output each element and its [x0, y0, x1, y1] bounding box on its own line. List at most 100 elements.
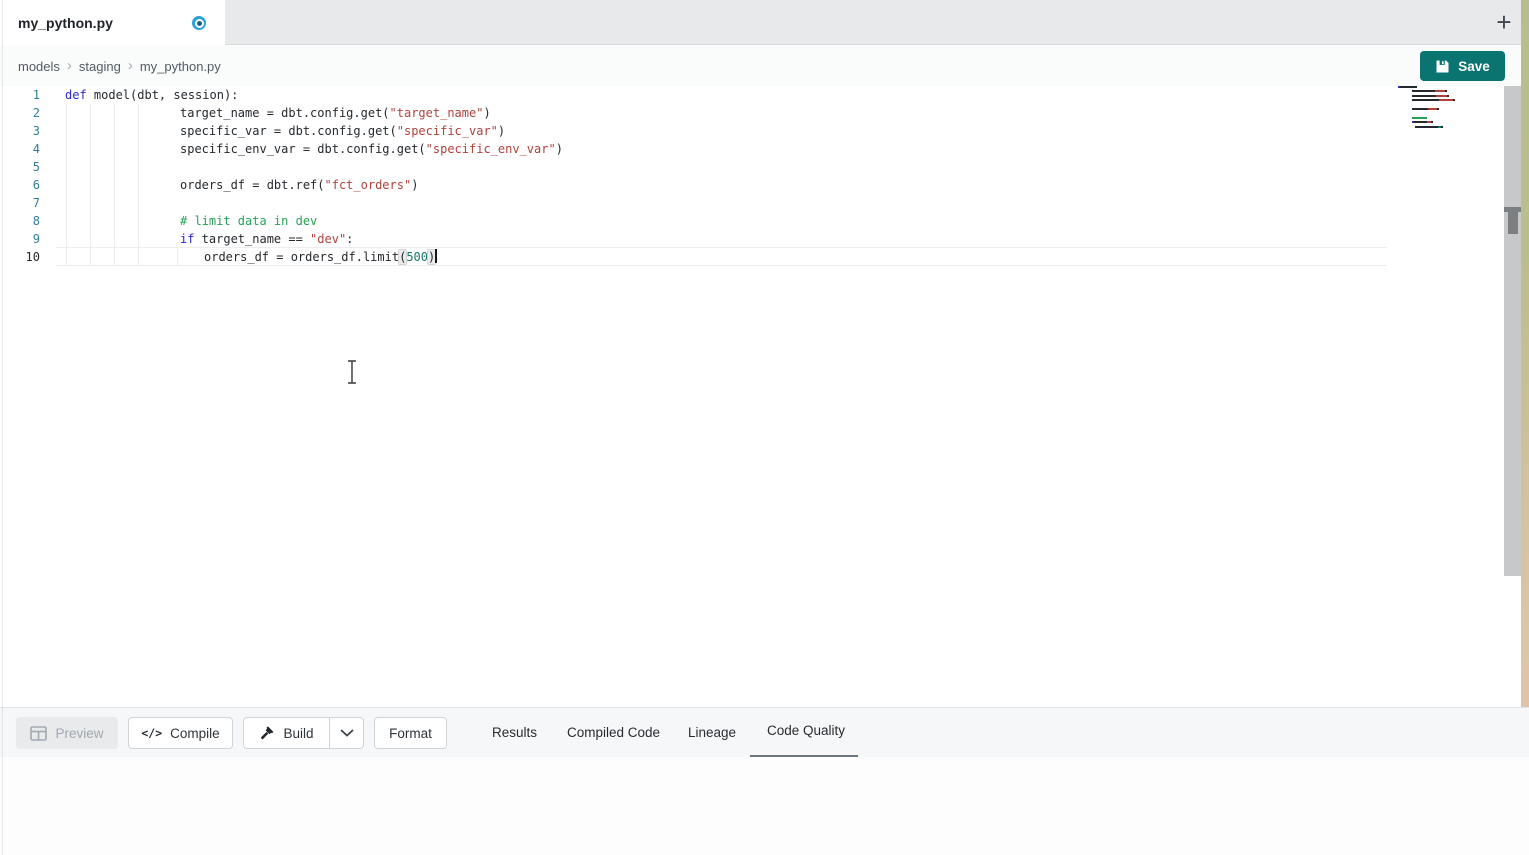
- build-options-button[interactable]: [329, 717, 364, 749]
- vertical-scrollbar[interactable]: [1504, 86, 1521, 576]
- tab-lineage[interactable]: Lineage: [688, 722, 736, 744]
- minimap-token: [1447, 95, 1449, 97]
- editor-caret: [435, 249, 437, 263]
- minimap-token: [1445, 90, 1447, 92]
- code-line-3[interactable]: 3 specific_var = dbt.config.get("specific…: [0, 122, 1529, 140]
- minimap-token: [1439, 99, 1453, 101]
- minimap-line: [1398, 104, 1488, 106]
- compile-button[interactable]: </> Compile: [128, 717, 233, 749]
- tab-code-quality[interactable]: Code Quality: [767, 720, 845, 742]
- code-line-8[interactable]: 8# limit data in dev: [0, 212, 1529, 230]
- line-content: target_name = dbt.config.get("target_nam…: [65, 104, 491, 122]
- code-line-2[interactable]: 2 target_name = dbt.config.get("target_na…: [0, 104, 1529, 122]
- token-kw: if: [180, 232, 194, 246]
- token-kw: def: [65, 88, 87, 102]
- tab-my-python-py[interactable]: my_python.py: [0, 0, 225, 46]
- save-button[interactable]: Save: [1420, 51, 1505, 81]
- token-pl: ): [556, 142, 563, 156]
- code-lines: 1 def model(dbt, session): 2 target_name = …: [0, 86, 1529, 266]
- minimap-token: [1431, 121, 1433, 123]
- code-line-5[interactable]: 5: [0, 158, 1529, 176]
- build-button-label: Build: [283, 726, 313, 741]
- minimap-token: [1412, 95, 1436, 97]
- save-button-label: Save: [1458, 59, 1490, 74]
- minimap-line: [1398, 112, 1488, 114]
- unsaved-dot-core: [197, 21, 202, 26]
- minimap-token: [1435, 90, 1445, 92]
- minimap-token: [1414, 121, 1427, 123]
- window-left-border: [2, 0, 3, 855]
- tab-results[interactable]: Results: [492, 722, 537, 744]
- breadcrumb-staging[interactable]: staging: [79, 59, 121, 74]
- line-number: 7: [0, 194, 40, 212]
- minimap-line: [1412, 108, 1488, 110]
- minimap-token: [1412, 108, 1428, 110]
- line-number: 4: [0, 140, 40, 158]
- token-str: "specific_env_var": [426, 142, 556, 156]
- token-pl: ): [411, 178, 418, 192]
- code-line-4[interactable]: 4 specific_env_var = dbt.config.get("spec…: [0, 140, 1529, 158]
- token-pl: ): [483, 106, 490, 120]
- bottom-toolbar: Preview </> Compile Build Format Resu: [0, 707, 1529, 757]
- line-number: 2: [0, 104, 40, 122]
- line-content: orders_df = orders_df.limit(500): [65, 248, 437, 266]
- code-line-7[interactable]: 7: [0, 194, 1529, 212]
- token-str: "fct_orders": [325, 178, 412, 192]
- minimap-token: [1453, 99, 1455, 101]
- build-split-button: Build: [243, 717, 365, 749]
- code-line-10[interactable]: 10orders_df = orders_df.limit(500): [0, 248, 1529, 266]
- new-tab-button[interactable]: +: [1489, 5, 1519, 39]
- token-pl: :: [346, 232, 353, 246]
- line-number: 3: [0, 122, 40, 140]
- minimap-line: [1412, 90, 1488, 92]
- token-pl: specific_env_var = dbt.config.get(: [180, 142, 426, 156]
- line-content: orders_df = dbt.ref("fct_orders"): [65, 176, 418, 194]
- scrollbar-thumb[interactable]: [1508, 212, 1518, 234]
- minimap-token: [1441, 126, 1443, 128]
- code-icon: </>: [141, 726, 162, 740]
- line-number: 1: [0, 86, 40, 104]
- chevron-right-icon: ›: [67, 57, 72, 74]
- tab-label: my_python.py: [18, 15, 113, 31]
- minimap-token: [1412, 117, 1427, 119]
- format-button[interactable]: Format: [374, 717, 447, 749]
- token-pl: model(dbt, session):: [87, 88, 239, 102]
- code-editor[interactable]: 1 def model(dbt, session): 2 target_name = …: [0, 86, 1529, 706]
- chevron-down-icon: [340, 729, 354, 737]
- tab-compiled-code[interactable]: Compiled Code: [567, 722, 660, 744]
- minimap[interactable]: [1398, 86, 1488, 130]
- line-number: 5: [0, 158, 40, 176]
- line-content: if target_name == "dev":: [65, 230, 353, 248]
- minimap-token: [1400, 86, 1417, 88]
- code-line-9[interactable]: 9 if target_name == "dev":: [0, 230, 1529, 248]
- line-number: 8: [0, 212, 40, 230]
- minimap-line: [1412, 121, 1488, 123]
- breadcrumb-models[interactable]: models: [18, 59, 60, 74]
- line-content: specific_var = dbt.config.get("specific_…: [65, 122, 505, 140]
- editor-tab-bar: my_python.py +: [0, 0, 1529, 45]
- token-str: "target_name": [390, 106, 484, 120]
- minimap-token: [1412, 90, 1435, 92]
- compile-button-label: Compile: [170, 726, 220, 741]
- unsaved-dot-icon: [192, 16, 206, 30]
- dbt-ide-app: my_python.py + models › staging › my_pyt…: [0, 0, 1529, 855]
- code-line-1[interactable]: 1 def model(dbt, session):: [0, 86, 1529, 104]
- floppy-icon: [1435, 59, 1450, 74]
- minimap-token: [1428, 108, 1438, 110]
- token-pl: orders_df = dbt.ref(: [180, 178, 325, 192]
- hammer-icon: [259, 725, 275, 741]
- build-button[interactable]: Build: [243, 717, 330, 749]
- token-pl: specific_var = dbt.config.get(: [180, 124, 397, 138]
- plus-icon: +: [1496, 7, 1511, 38]
- minimap-token: [1415, 126, 1437, 128]
- preview-button[interactable]: Preview: [16, 717, 118, 749]
- minimap-token: [1412, 99, 1439, 101]
- line-number: 6: [0, 176, 40, 194]
- code-line-6[interactable]: 6 orders_df = dbt.ref("fct_orders"): [0, 176, 1529, 194]
- line-number: 9: [0, 230, 40, 248]
- minimap-line: [1412, 95, 1488, 97]
- minimap-line: [1398, 86, 1488, 88]
- token-pl: ): [498, 124, 505, 138]
- breadcrumb-file[interactable]: my_python.py: [140, 59, 221, 74]
- breadcrumb-bar: models › staging › my_python.py: [0, 45, 1529, 87]
